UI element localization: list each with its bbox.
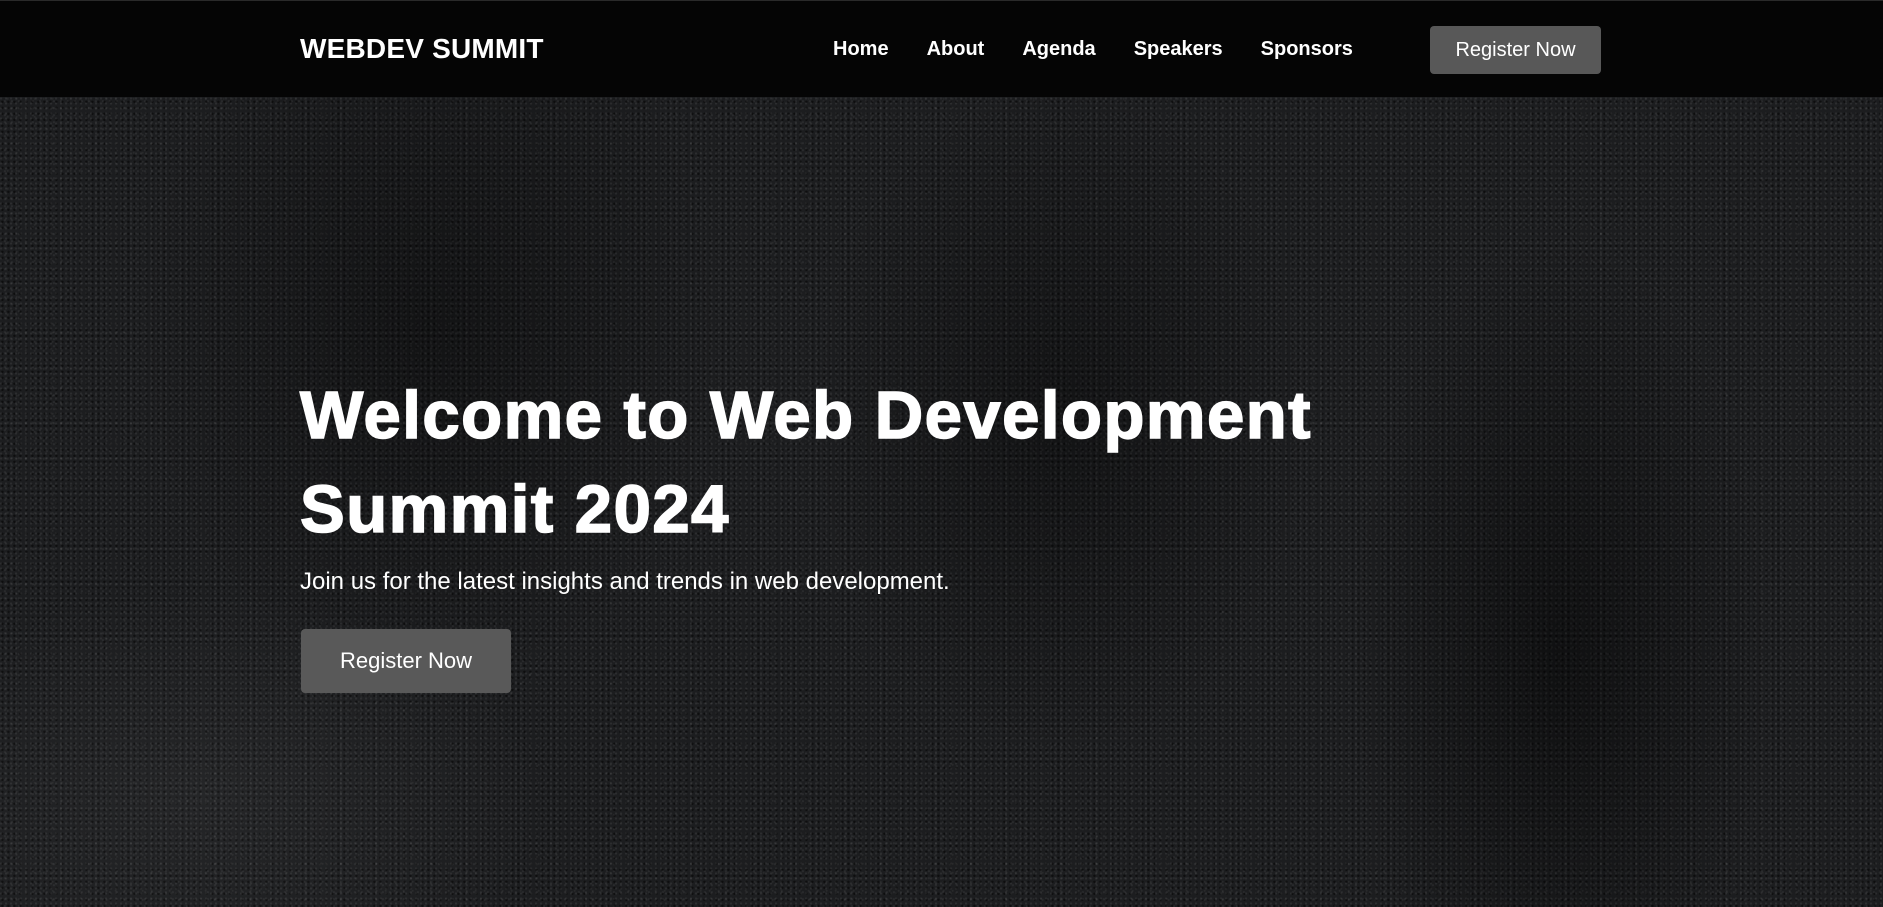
nav-link-speakers[interactable]: Speakers	[1134, 37, 1223, 61]
nav-link-agenda[interactable]: Agenda	[1022, 37, 1095, 61]
nav-link-sponsors[interactable]: Sponsors	[1261, 37, 1353, 61]
nav-links: Home About Agenda Speakers Sponsors	[833, 37, 1353, 61]
navbar: WEBDEV SUMMIT Home About Agenda Speakers…	[0, 0, 1883, 97]
nav-link-about[interactable]: About	[927, 37, 985, 61]
hero-register-button[interactable]: Register Now	[301, 629, 511, 693]
nav-register-button[interactable]: Register Now	[1430, 26, 1601, 74]
page: WEBDEV SUMMIT Home About Agenda Speakers…	[0, 0, 1883, 907]
brand-logo[interactable]: WEBDEV SUMMIT	[300, 33, 544, 65]
hero-section: Welcome to Web Development Summit 2024 J…	[0, 97, 1883, 907]
hero-subtitle: Join us for the latest insights and tren…	[300, 568, 950, 595]
hero-title: Welcome to Web Development Summit 2024	[299, 377, 1312, 548]
nav-link-home[interactable]: Home	[833, 37, 889, 61]
